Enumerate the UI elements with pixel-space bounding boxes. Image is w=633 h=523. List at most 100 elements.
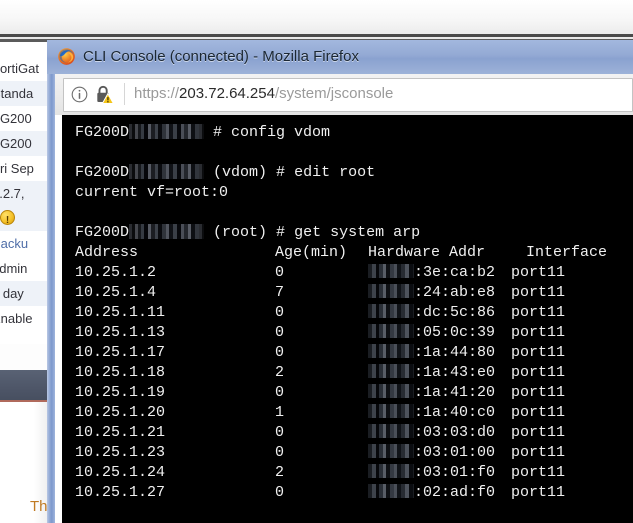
identity-box[interactable] — [64, 79, 126, 109]
url-scheme: https:// — [134, 85, 180, 102]
arp-cell-interface: port11 — [511, 424, 566, 441]
arp-cell-age: 0 — [275, 444, 285, 461]
redacted-block — [368, 404, 414, 418]
background-info-text: 1 day — [0, 286, 24, 301]
arp-mac-suffix: :24:ab:e8 — [414, 284, 496, 301]
background-info-text: admin — [0, 261, 28, 276]
background-info-text: 5.2.7, — [0, 186, 25, 201]
url-text[interactable]: https://203.72.64.254/system/jsconsole — [134, 79, 393, 109]
arp-cell-age: 1 — [275, 404, 285, 421]
arp-cell-address: 10.25.1.4 — [75, 284, 157, 301]
arp-cell-hardware-addr: :03:01:00 — [368, 443, 495, 463]
background-info-text: Standa — [0, 86, 34, 101]
redacted-block — [368, 444, 414, 458]
arp-cell-address: 10.25.1.18 — [75, 364, 166, 381]
prompt-separator: # — [276, 164, 295, 181]
redacted-block — [368, 264, 414, 278]
arp-cell-address: 10.25.1.13 — [75, 324, 166, 341]
arp-cell-age: 0 — [275, 344, 285, 361]
prompt-separator: # — [276, 224, 295, 241]
background-info-text: FG200 — [0, 136, 32, 151]
prompt-device: FG200D — [75, 124, 130, 141]
arp-mac-suffix: :05:0c:39 — [414, 324, 496, 341]
arp-cell-interface: port11 — [511, 304, 566, 321]
arp-cell-hardware-addr: :03:01:f0 — [368, 463, 495, 483]
background-info-row: FortiGat — [0, 56, 47, 81]
arp-mac-suffix: :1a:43:e0 — [414, 364, 496, 381]
redacted-block — [129, 164, 205, 179]
arp-mac-suffix: :02:ad:f0 — [414, 484, 496, 501]
background-info-row: admin — [0, 256, 47, 281]
background-info-row: 5.2.7, — [0, 181, 47, 206]
redacted-block — [129, 224, 205, 239]
lock-warning-icon[interactable] — [94, 85, 114, 104]
window-title: CLI Console (connected) - Mozilla Firefo… — [83, 48, 359, 65]
background-info-row: FG200 — [0, 131, 47, 156]
arp-cell-interface: port11 — [511, 384, 566, 401]
background-info-row: Backu — [0, 231, 47, 256]
background-info-text: Fri Sep — [0, 161, 34, 176]
background-info-row: Enable — [0, 306, 47, 331]
redacted-block — [368, 464, 414, 478]
background-info-text: Enable — [0, 311, 33, 326]
background-info-row: Fri Sep — [0, 156, 47, 181]
browser-navbar: https://203.72.64.254/system/jsconsole — [55, 74, 633, 116]
url-path: /system/jsconsole — [274, 85, 394, 102]
arp-cell-address: 10.25.1.24 — [75, 464, 166, 481]
arp-cell-age: 0 — [275, 384, 285, 401]
redacted-block — [368, 344, 414, 358]
prompt-context: (vdom) — [213, 164, 277, 181]
window-titlebar[interactable]: CLI Console (connected) - Mozilla Firefo… — [47, 40, 633, 74]
background-section-header — [0, 370, 47, 400]
redacted-block — [368, 364, 414, 378]
arp-cell-hardware-addr: :dc:5c:86 — [368, 303, 495, 323]
arp-cell-address: 10.25.1.23 — [75, 444, 166, 461]
arp-cell-interface: port11 — [511, 484, 566, 501]
arp-cell-interface: port11 — [511, 264, 566, 281]
background-info-text: Backu — [0, 236, 29, 251]
prompt-command: config vdom — [231, 124, 331, 141]
arp-cell-interface: port11 — [511, 464, 566, 481]
redacted-block — [368, 324, 414, 338]
arp-cell-hardware-addr: :1a:43:e0 — [368, 363, 495, 383]
prompt-context: (root) — [213, 224, 277, 241]
background-info-row: Standa — [0, 81, 47, 106]
arp-cell-hardware-addr: :1a:41:20 — [368, 383, 495, 403]
arp-cell-address: 10.25.1.21 — [75, 424, 166, 441]
console-prompt-line: FG200D (root) # get system arp — [75, 223, 420, 243]
arp-cell-age: 0 — [275, 264, 285, 281]
redacted-block — [368, 484, 414, 498]
info-circle-icon[interactable] — [71, 86, 88, 103]
arp-mac-suffix: :1a:41:20 — [414, 384, 496, 401]
background-info-row: FG200 — [0, 106, 47, 131]
arp-cell-interface: port11 — [511, 344, 566, 361]
arp-header-age: Age(min) — [275, 244, 348, 261]
prompt-device: FG200D — [75, 164, 130, 181]
prompt-command: edit root — [294, 164, 376, 181]
prompt-command: get system arp — [294, 224, 421, 241]
firefox-logo-icon — [58, 48, 75, 65]
arp-header-address: Address — [75, 244, 139, 261]
background-spacer — [0, 344, 47, 370]
window-left-edge — [47, 40, 55, 523]
console-viewport: FG200D # config vdom FG200D (vdom) # edit… — [55, 115, 633, 523]
arp-cell-interface: port11 — [511, 404, 566, 421]
arp-cell-address: 10.25.1.11 — [75, 304, 166, 321]
background-info-text: FortiGat — [0, 61, 39, 76]
arp-mac-suffix: :1a:44:80 — [414, 344, 496, 361]
arp-cell-age: 0 — [275, 424, 285, 441]
arp-mac-suffix: :03:01:f0 — [414, 464, 496, 481]
arp-cell-hardware-addr: :1a:40:c0 — [368, 403, 495, 423]
arp-cell-hardware-addr: :24:ab:e8 — [368, 283, 495, 303]
arp-cell-age: 0 — [275, 484, 285, 501]
arp-cell-address: 10.25.1.20 — [75, 404, 166, 421]
cli-console-output[interactable]: FG200D # config vdom FG200D (vdom) # edit… — [62, 115, 633, 523]
arp-mac-suffix: :dc:5c:86 — [414, 304, 496, 321]
firefox-window[interactable]: CLI Console (connected) - Mozilla Firefo… — [47, 40, 633, 523]
arp-header-hardware-addr: Hardware Addr — [368, 244, 486, 261]
arp-cell-age: 0 — [275, 304, 285, 321]
url-bar[interactable]: https://203.72.64.254/system/jsconsole — [63, 78, 633, 112]
arp-cell-interface: port11 — [511, 284, 566, 301]
